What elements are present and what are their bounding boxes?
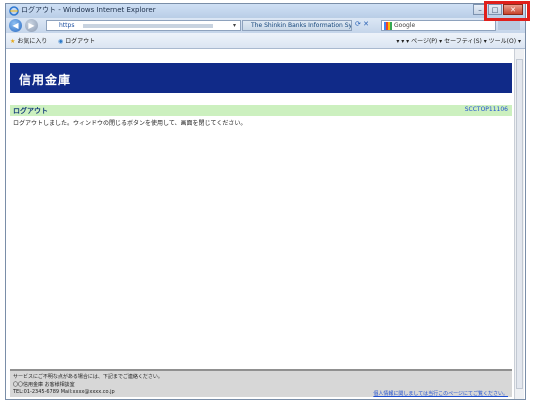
vertical-scrollbar[interactable] (514, 49, 524, 399)
favorites-button[interactable]: ★ お気に入り (10, 36, 47, 45)
page-content: 信用金庫 ログアウト SCCTOP11106 ログアウトしました。ウィンドウの閉… (6, 49, 525, 399)
footer: サービスにご不明な点がある場合には、下記までご連絡ください。 〇〇信用金庫 お客… (10, 369, 512, 397)
url-prefix: https (59, 22, 75, 29)
favorites-bar: ★ お気に入り ◉ ログアウト ▾ ▾ ▾ ページ(P) ▾ セーフティ(S) … (6, 33, 525, 49)
security-certificate[interactable]: The Shinkin Banks Information Syst... (242, 20, 352, 31)
ie-logo-icon (9, 6, 19, 16)
search-button[interactable] (498, 21, 520, 30)
command-bar[interactable]: ▾ ▾ ▾ ページ(P) ▾ セーフティ(S) ▾ ツール(O) ▾ (396, 36, 521, 45)
back-button[interactable]: ◀ (9, 19, 22, 32)
window-title: ログアウト - Windows Internet Explorer (21, 6, 156, 14)
google-icon (384, 22, 392, 30)
brand-name: 信用金庫 (19, 73, 72, 87)
page-icon: ◉ (58, 38, 64, 45)
refresh-stop-buttons[interactable]: ⟳ ✕ (355, 20, 369, 28)
url-dropdown-icon[interactable]: ▾ (233, 22, 236, 29)
close-button-highlight (484, 1, 530, 21)
browser-window: ログアウト - Windows Internet Explorer – □ ✕ … (5, 3, 526, 400)
star-icon: ★ (10, 38, 16, 45)
footer-notice: サービスにご不明な点がある場合には、下記までご連絡ください。 (13, 374, 163, 380)
title-bar: ログアウト - Windows Internet Explorer – □ ✕ (6, 4, 525, 18)
search-label: Google (394, 22, 416, 29)
address-bar: ◀ ▶ https ▾ The Shinkin Banks Informatio… (6, 18, 525, 33)
url-redacted (83, 24, 213, 28)
scrollbar-thumb[interactable] (516, 59, 523, 389)
forward-button[interactable]: ▶ (25, 19, 38, 32)
page-title: ログアウト (13, 107, 48, 115)
tab-logout[interactable]: ◉ ログアウト (58, 36, 95, 45)
footer-contact-name: 〇〇信用金庫 お客様相談室 (13, 382, 75, 388)
logout-message: ログアウトしました。ウィンドウの閉じるボタンを使用して、画面を閉じてください。 (13, 120, 247, 127)
privacy-link[interactable]: 個人情報に関しましては当行このページにてご覧ください。 (373, 390, 508, 397)
url-input[interactable]: https ▾ (46, 20, 241, 31)
search-input[interactable]: Google (381, 20, 496, 31)
footer-contact-info: TEL:01-2345-6789 Mail:xxxx@xxxx.co.jp (13, 389, 115, 395)
brand-header: 信用金庫 (10, 63, 512, 93)
screen-code: SCCTOP11106 (464, 106, 508, 113)
page-header: ログアウト SCCTOP11106 (10, 105, 512, 116)
